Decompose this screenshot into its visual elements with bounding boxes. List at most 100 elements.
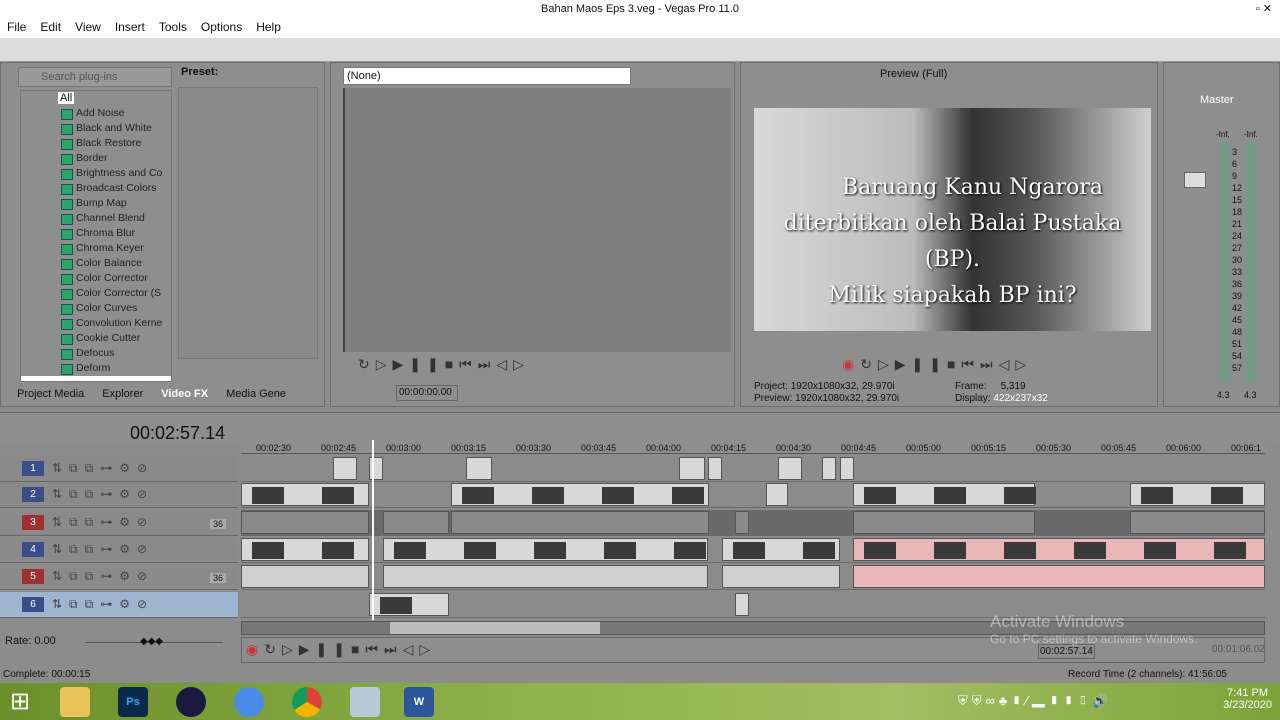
media-clip[interactable]	[840, 457, 854, 480]
media-clip[interactable]	[735, 593, 749, 616]
media-clip[interactable]	[466, 457, 492, 480]
plugin-item[interactable]: Border	[21, 151, 171, 166]
master-fader[interactable]	[1184, 172, 1206, 188]
track-header[interactable]: 6 ⇅⧉⧉⊶⚙⊘	[0, 592, 238, 618]
track-controls[interactable]: ⇅⧉⧉⊶⚙⊘	[52, 569, 154, 584]
media-clip[interactable]	[451, 483, 709, 506]
media-clip[interactable]	[383, 565, 708, 588]
start-button[interactable]: ⊞	[10, 690, 30, 714]
menu-file[interactable]: File	[0, 18, 33, 38]
plugin-item[interactable]: Channel Blend	[21, 211, 171, 226]
media-clip[interactable]	[241, 511, 369, 534]
media-clip[interactable]	[333, 457, 357, 480]
track-lane[interactable]	[241, 537, 1265, 563]
media-clip[interactable]	[722, 565, 840, 588]
clip-thumbnail	[252, 487, 284, 504]
plugin-item[interactable]: Defocus	[21, 346, 171, 361]
media-player-icon[interactable]	[176, 687, 206, 717]
plugin-item[interactable]: Color Balance	[21, 256, 171, 271]
media-clip[interactable]	[1130, 483, 1265, 506]
tab-video-fx[interactable]: Video FX	[152, 386, 217, 403]
menu-edit[interactable]: Edit	[33, 18, 68, 38]
media-clip[interactable]	[853, 511, 1035, 534]
plugin-item[interactable]: Cookie Cutter	[21, 331, 171, 346]
preset-list[interactable]	[178, 87, 318, 359]
menu-view[interactable]: View	[68, 18, 108, 38]
plugin-item[interactable]: Convolution Kerne	[21, 316, 171, 331]
track-header[interactable]: 1 ⇅⧉⧉⊶⚙⊘	[0, 456, 238, 482]
track-lane[interactable]	[241, 482, 1265, 508]
track-header[interactable]: 5 ⇅⧉⧉⊶⚙⊘ 36	[0, 564, 238, 590]
track-controls[interactable]: ⇅⧉⧉⊶⚙⊘	[52, 542, 154, 557]
plugin-item[interactable]: Color Curves	[21, 301, 171, 316]
media-clip[interactable]	[383, 511, 449, 534]
track-lane[interactable]	[241, 456, 1265, 482]
tab-explorer[interactable]: Explorer	[93, 386, 152, 403]
media-clip[interactable]	[708, 457, 722, 480]
menu-insert[interactable]: Insert	[108, 18, 152, 38]
search-input[interactable]: Search plug-ins	[18, 67, 172, 87]
plugin-item[interactable]: Deform	[21, 361, 171, 376]
media-clip[interactable]	[822, 457, 836, 480]
plugin-item[interactable]: Color Corrector (S	[21, 286, 171, 301]
plugin-item[interactable]: Chroma Keyer	[21, 241, 171, 256]
media-clip[interactable]	[778, 457, 802, 480]
timeline-timecode: 00:02:57.14	[130, 423, 226, 443]
media-clip[interactable]	[241, 538, 369, 561]
chromium-icon[interactable]	[234, 687, 264, 717]
track-controls[interactable]: ⇅⧉⧉⊶⚙⊘	[52, 515, 154, 530]
media-clip[interactable]	[722, 538, 840, 561]
media-clip[interactable]	[679, 457, 705, 480]
media-clip[interactable]	[853, 538, 1265, 561]
menu-options[interactable]: Options	[194, 18, 249, 38]
tree-root[interactable]: All	[21, 91, 171, 106]
plugin-item[interactable]: Chroma Blur	[21, 226, 171, 241]
track-lane[interactable]	[241, 510, 1265, 536]
chrome-icon[interactable]	[292, 687, 322, 717]
tab-project-media[interactable]: Project Media	[8, 386, 93, 403]
track-header[interactable]: 2 ⇅⧉⧉⊶⚙⊘	[0, 482, 238, 508]
playhead[interactable]	[372, 440, 374, 620]
media-clip[interactable]	[766, 483, 788, 506]
plugin-item[interactable]: Brightness and Co	[21, 166, 171, 181]
plugin-item[interactable]: Add Noise	[21, 106, 171, 121]
media-clip[interactable]	[383, 538, 708, 561]
media-clip[interactable]	[451, 511, 709, 534]
menu-tools[interactable]: Tools	[152, 18, 194, 38]
media-clip[interactable]	[241, 483, 369, 506]
plugin-item[interactable]: Color Corrector	[21, 271, 171, 286]
media-clip[interactable]	[369, 593, 449, 616]
window-controls[interactable]: ▫ ✕	[1256, 0, 1272, 18]
folder-app-icon[interactable]	[350, 687, 380, 717]
media-clip[interactable]	[853, 565, 1265, 588]
menu-help[interactable]: Help	[249, 18, 288, 38]
track-controls[interactable]: ⇅⧉⧉⊶⚙⊘	[52, 461, 154, 476]
plugin-item[interactable]: Bump Map	[21, 196, 171, 211]
clock[interactable]: 7:41 PM 3/23/2020	[1223, 687, 1272, 711]
plugin-tree[interactable]: All Add Noise Black and White Black Restor…	[20, 90, 172, 382]
plugin-item[interactable]: Black Restore	[21, 136, 171, 151]
timeline-transport[interactable]: ◉↻▷▶❚❚■⏮⏭◁▷	[246, 641, 436, 658]
system-tray[interactable]: ⛨⛨∞♣▮⁄▂▮▮▯🔊	[958, 693, 1112, 709]
track-controls[interactable]: ⇅⧉⧉⊶⚙⊘	[52, 487, 154, 502]
track-header[interactable]: 4 ⇅⧉⧉⊶⚙⊘	[0, 537, 238, 563]
preview-transport[interactable]: ◉↻▷▶❚❚■⏮⏭◁▷	[842, 356, 1032, 373]
media-clip[interactable]	[241, 565, 369, 588]
photoshop-icon[interactable]: Ps	[118, 687, 148, 717]
plugin-item[interactable]: Black and White	[21, 121, 171, 136]
trimmer-select[interactable]: (None)	[343, 67, 631, 85]
word-icon[interactable]: W	[404, 687, 434, 717]
preview-quality[interactable]: Preview (Full)	[880, 68, 947, 80]
media-clip[interactable]	[1130, 511, 1265, 534]
taskbar: ⊞ Ps W ⛨⛨∞♣▮⁄▂▮▮▯🔊 7:41 PM 3/23/2020	[0, 683, 1280, 720]
rate-handle[interactable]: ◆◆◆	[140, 636, 163, 647]
trimmer-transport[interactable]: ↻▷▶❚❚■⏮⏭◁▷	[358, 356, 530, 373]
track-lane[interactable]	[241, 564, 1265, 590]
track-controls[interactable]: ⇅⧉⧉⊶⚙⊘	[52, 597, 154, 612]
file-explorer-icon[interactable]	[60, 687, 90, 717]
media-clip[interactable]	[735, 511, 749, 534]
tab-media-generators[interactable]: Media Gene	[217, 386, 295, 403]
media-clip[interactable]	[853, 483, 1036, 506]
plugin-item[interactable]: Broadcast Colors	[21, 181, 171, 196]
track-header[interactable]: 3 ⇅⧉⧉⊶⚙⊘ 36	[0, 510, 238, 536]
